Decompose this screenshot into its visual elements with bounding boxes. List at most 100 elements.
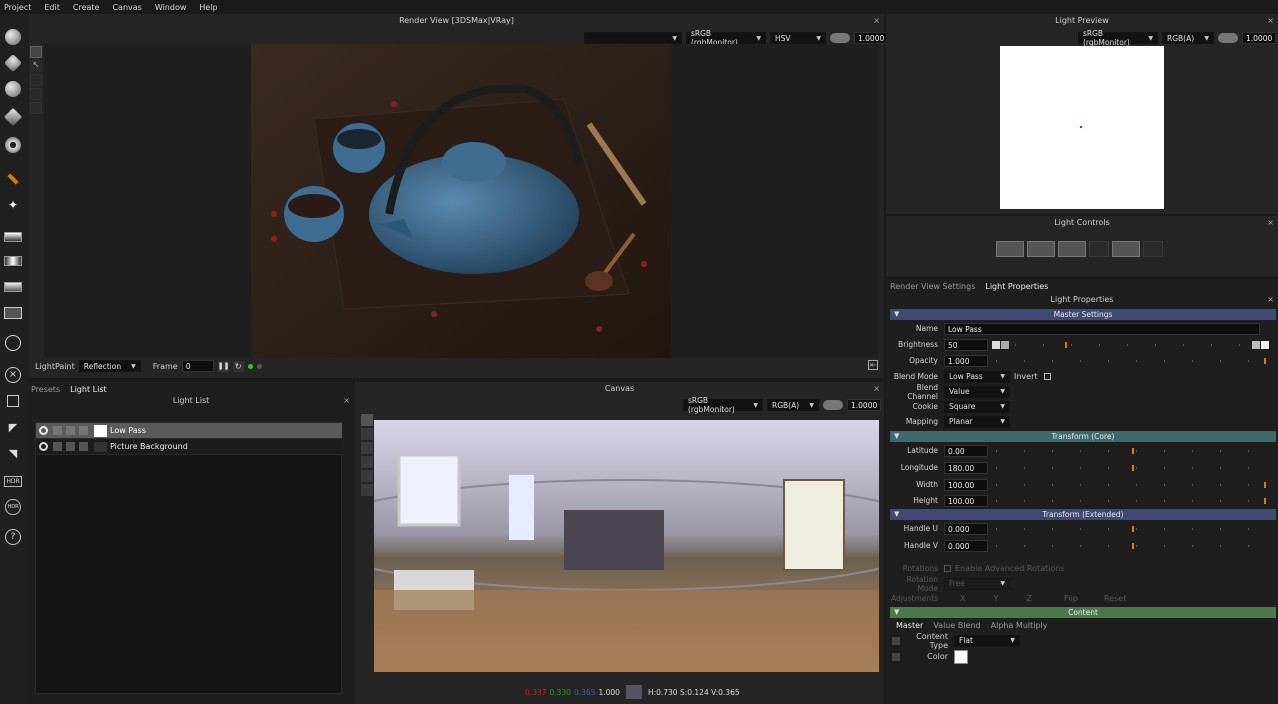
list-item[interactable]: Picture Background xyxy=(36,439,342,455)
exposure-icon[interactable] xyxy=(1218,33,1238,43)
handle-u-field[interactable]: 0.000 xyxy=(944,522,988,535)
torch-tool[interactable] xyxy=(2,168,24,190)
fit-icon[interactable] xyxy=(361,414,373,426)
export-icon[interactable]: ⇤ xyxy=(868,360,878,370)
select-icon[interactable] xyxy=(361,484,373,496)
atom-tool[interactable] xyxy=(2,332,24,354)
longitude-slider[interactable] xyxy=(996,464,1266,471)
latitude-slider[interactable] xyxy=(996,447,1266,454)
render-view-colorspace-dropdown[interactable]: sRGB (rgbMonitor) ▼ xyxy=(686,29,766,47)
render-view-exposure-field[interactable]: 1.0000 xyxy=(854,32,889,44)
hdr-tool[interactable]: HDR xyxy=(2,470,24,492)
reset-button[interactable]: Reset xyxy=(1104,594,1126,603)
close-icon[interactable]: × xyxy=(873,16,880,25)
help-tool[interactable]: ? xyxy=(2,526,24,548)
invert-checkbox[interactable] xyxy=(1043,373,1051,380)
section-transform-extended[interactable]: ▼ Transform (Extended) xyxy=(890,509,1276,520)
close-tool[interactable]: × xyxy=(2,364,24,386)
canvas-colorspace-dropdown[interactable]: sRGB (rgbMonitor) ▼ xyxy=(683,396,763,414)
menu-create[interactable]: Create xyxy=(73,3,100,12)
image-tool[interactable] xyxy=(2,302,24,324)
gradient-tool-2[interactable] xyxy=(2,250,24,272)
lightpaint-dropdown[interactable]: Reflection ▼ xyxy=(78,360,141,372)
latitude-field[interactable]: 0.00 xyxy=(944,444,988,457)
exposure-icon[interactable] xyxy=(830,33,850,43)
canvas-mode-dropdown[interactable]: RGB(A) ▼ xyxy=(767,399,819,411)
handle-u-slider[interactable] xyxy=(996,525,1266,532)
render-view-mode-dropdown[interactable]: HSV ▼ xyxy=(770,32,826,44)
arrow-tool[interactable]: ◥ xyxy=(2,442,24,464)
ring-light-tool[interactable] xyxy=(2,78,24,100)
scale-x-control-icon[interactable] xyxy=(1027,241,1055,257)
sparkle-tool[interactable]: ✦ xyxy=(2,194,24,216)
gradient-tool[interactable] xyxy=(2,226,24,248)
handle-v-field[interactable]: 0.000 xyxy=(944,539,988,552)
light-preview-colorspace-dropdown[interactable]: sRGB (rgbMonitor) ▼ xyxy=(1078,29,1158,47)
lock-icon[interactable] xyxy=(66,442,75,451)
angle-tool[interactable]: ◤ xyxy=(2,416,24,438)
adv-rotations-checkbox[interactable] xyxy=(944,565,951,572)
section-content[interactable]: ▼ Content xyxy=(890,607,1276,618)
canvas-viewport[interactable] xyxy=(305,420,947,672)
light-preview-canvas[interactable] xyxy=(1000,46,1164,209)
cube-light-tool[interactable] xyxy=(2,106,24,128)
pause-icon[interactable]: ❚❚ xyxy=(217,360,229,372)
cookie-dropdown[interactable]: Square ▼ xyxy=(944,400,1010,413)
list-item[interactable]: Low Pass xyxy=(36,423,342,439)
brightness-minus-icon[interactable] xyxy=(992,340,1000,349)
content-tab-alpha-multiply[interactable]: Alpha Multiply xyxy=(991,621,1048,630)
tab-presets[interactable]: Presets xyxy=(31,385,60,394)
pointer-icon[interactable] xyxy=(361,428,373,440)
side-tool-5[interactable] xyxy=(30,102,42,114)
visibility-icon[interactable] xyxy=(39,442,48,451)
gradient-tool-3[interactable] xyxy=(2,276,24,298)
menu-canvas[interactable]: Canvas xyxy=(112,3,141,12)
brightness-minus2-icon[interactable] xyxy=(1001,340,1009,349)
refresh-icon[interactable]: ↻ xyxy=(232,360,244,372)
handle-v-slider[interactable] xyxy=(996,542,1266,549)
adjust-z-button[interactable]: Z xyxy=(1026,594,1031,603)
render-viewport[interactable] xyxy=(44,44,879,358)
sphere-light-tool[interactable] xyxy=(2,26,24,48)
close-icon[interactable]: × xyxy=(873,384,880,393)
close-icon[interactable]: × xyxy=(1267,16,1274,25)
solo-icon[interactable] xyxy=(53,426,62,435)
frame-field[interactable]: 0 xyxy=(181,360,214,372)
height-slider[interactable] xyxy=(996,497,1266,504)
crop-icon[interactable] xyxy=(361,470,373,482)
pan-icon[interactable] xyxy=(361,442,373,454)
render-view-dropdown-empty[interactable]: ▼ xyxy=(584,32,682,44)
light-preview-mode-dropdown[interactable]: RGB(A) ▼ xyxy=(1162,32,1214,44)
color-pin-icon[interactable] xyxy=(892,652,900,661)
opacity-field[interactable]: 1.000 xyxy=(944,354,988,367)
hdr-refresh-tool[interactable]: HDR xyxy=(2,496,24,518)
gear-light-tool[interactable] xyxy=(2,134,24,156)
content-type-dropdown[interactable]: Flat ▼ xyxy=(954,634,1020,647)
flip-button[interactable]: Flip xyxy=(1064,594,1078,603)
tab-light-list[interactable]: Light List xyxy=(70,385,107,394)
section-transform-core[interactable]: ▼ Transform (Core) xyxy=(890,431,1276,442)
menu-window[interactable]: Window xyxy=(155,3,187,12)
color-swatch[interactable] xyxy=(954,649,968,664)
frame-tool[interactable] xyxy=(2,390,24,412)
rotate-control-icon[interactable] xyxy=(1089,241,1109,257)
height-field[interactable]: 100.00 xyxy=(944,494,988,507)
brightness-slider[interactable] xyxy=(1015,341,1250,348)
close-icon[interactable]: × xyxy=(1267,295,1274,304)
extra-icon[interactable] xyxy=(79,426,88,435)
pointer-icon[interactable]: ↖ xyxy=(30,60,42,72)
brush-icon[interactable] xyxy=(30,46,42,58)
close-icon[interactable]: × xyxy=(343,396,350,405)
content-tab-master[interactable]: Master xyxy=(896,621,923,630)
rotation-mode-dropdown[interactable]: Free ▼ xyxy=(944,577,1010,590)
name-field[interactable]: Low Pass xyxy=(944,322,1260,335)
light-preview-exposure-field[interactable]: 1.0000 xyxy=(1242,32,1277,44)
tab-render-view-settings[interactable]: Render View Settings xyxy=(890,282,975,291)
menu-help[interactable]: Help xyxy=(199,3,217,12)
close-icon[interactable]: × xyxy=(1267,218,1274,227)
brightness-plus-icon[interactable] xyxy=(1252,340,1260,349)
center-control-icon[interactable] xyxy=(1112,241,1140,257)
width-slider[interactable] xyxy=(996,481,1266,488)
zoom-icon[interactable] xyxy=(361,456,373,468)
section-master-settings[interactable]: ▼ Master Settings xyxy=(890,309,1276,320)
